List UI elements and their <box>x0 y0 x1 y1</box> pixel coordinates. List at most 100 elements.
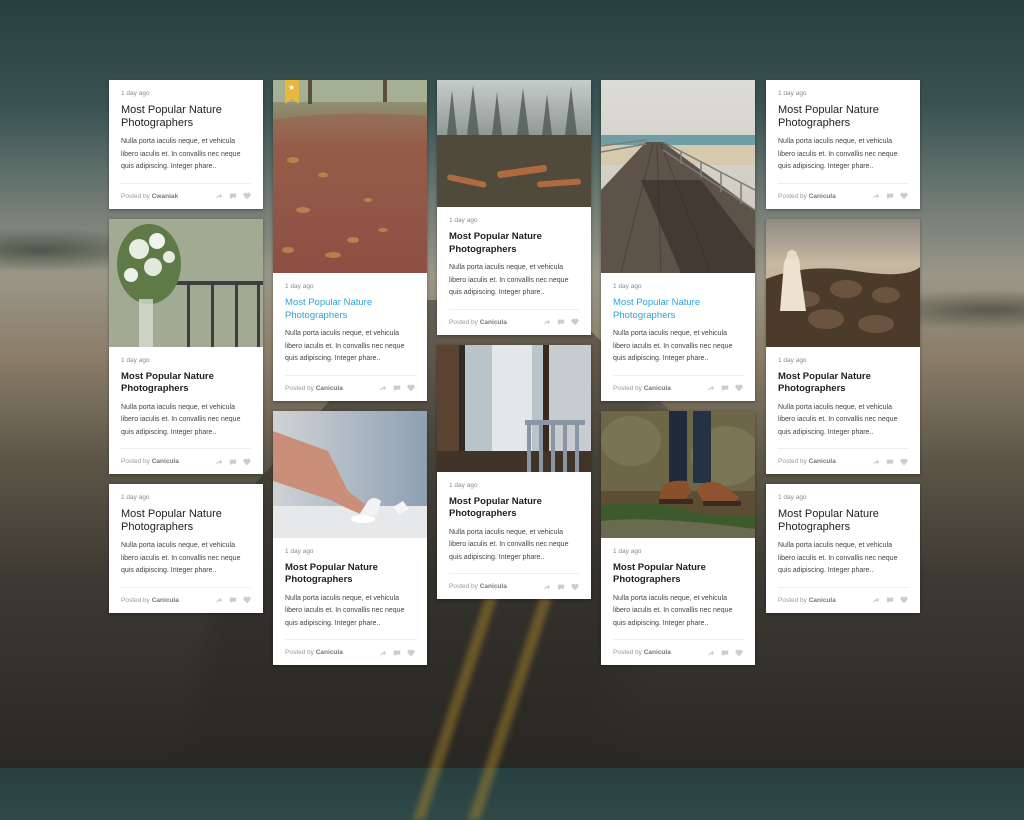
comment-icon[interactable] <box>886 192 894 200</box>
post-time: 1 day ago <box>285 547 314 555</box>
post-author[interactable]: Canicula <box>809 458 836 465</box>
share-icon[interactable] <box>379 649 387 657</box>
comment-icon[interactable] <box>886 596 894 604</box>
post-card[interactable]: 1 day ago Most Popular Nature Photograph… <box>109 484 263 613</box>
post-time: 1 day ago <box>778 90 807 97</box>
heart-icon[interactable] <box>735 649 743 657</box>
heart-icon[interactable] <box>243 458 251 466</box>
comment-icon[interactable] <box>393 649 401 657</box>
post-author-line: Posted by Canicula <box>285 384 343 392</box>
comment-icon[interactable] <box>393 384 401 392</box>
comment-icon[interactable] <box>229 596 237 604</box>
post-time: 1 day ago <box>613 283 642 290</box>
post-author[interactable]: Canicula <box>644 649 671 656</box>
share-icon[interactable] <box>215 192 223 200</box>
post-image[interactable] <box>109 218 263 347</box>
post-image[interactable] <box>273 80 427 273</box>
post-card[interactable]: 1 day ago Most Popular Nature Photograph… <box>766 484 920 613</box>
post-excerpt: Nulla porta iaculis neque, et vehicula l… <box>778 542 898 574</box>
post-title[interactable]: Most Popular Nature Photographers <box>121 104 251 130</box>
post-image[interactable] <box>601 410 755 538</box>
post-card[interactable]: 1 day ago Most Popular Nature Photograph… <box>601 410 755 665</box>
share-icon[interactable] <box>707 649 715 657</box>
post-author[interactable]: Canicula <box>480 583 507 590</box>
post-title[interactable]: Most Popular Nature Photographers <box>449 496 579 521</box>
post-title[interactable]: Most Popular Nature Photographers <box>285 297 415 322</box>
comment-icon[interactable] <box>557 583 565 591</box>
post-card[interactable]: 1 day ago Most Popular Nature Photograph… <box>766 80 920 209</box>
post-excerpt: Nulla porta iaculis neque, et vehicula l… <box>778 403 898 436</box>
comment-icon[interactable] <box>721 384 729 392</box>
column-4: 1 day ago Most Popular Nature Photograph… <box>601 80 755 675</box>
post-card[interactable]: 1 day ago Most Popular Nature Photograph… <box>437 344 591 599</box>
post-card[interactable]: 1 day ago Most Popular Nature Photograph… <box>437 80 591 335</box>
heart-icon[interactable] <box>571 583 579 591</box>
heart-icon[interactable] <box>243 596 251 604</box>
heart-icon[interactable] <box>900 458 908 466</box>
post-title[interactable]: Most Popular Nature Photographers <box>121 371 251 396</box>
post-excerpt: Nulla porta iaculis neque, et vehicula l… <box>449 528 569 561</box>
heart-icon[interactable] <box>407 384 415 392</box>
post-title[interactable]: Most Popular Nature Photographers <box>778 104 908 130</box>
share-icon[interactable] <box>872 596 880 604</box>
post-time: 1 day ago <box>449 217 478 224</box>
post-author[interactable]: Canicula <box>152 597 179 604</box>
heart-icon[interactable] <box>407 649 415 657</box>
post-card[interactable]: 1 day ago Most Popular Nature Photograph… <box>109 80 263 209</box>
share-icon[interactable] <box>707 384 715 392</box>
comment-icon[interactable] <box>886 458 894 466</box>
post-author-line: Posted by Canicula <box>449 318 507 326</box>
post-title[interactable]: Most Popular Nature Photographers <box>449 231 579 256</box>
comment-icon[interactable] <box>557 318 565 326</box>
post-author[interactable]: Canicula <box>316 385 343 392</box>
post-author[interactable]: Canicula <box>644 385 671 392</box>
comment-icon[interactable] <box>721 649 729 657</box>
post-author-line: Posted by Canicula <box>778 458 836 465</box>
share-icon[interactable] <box>215 458 223 466</box>
share-icon[interactable] <box>379 384 387 392</box>
post-card[interactable]: ★ 1 day ago Most Popular Nature Photogra… <box>273 80 427 401</box>
heart-icon[interactable] <box>900 596 908 604</box>
post-excerpt: Nulla porta iaculis neque, et vehicula l… <box>449 264 569 296</box>
post-author-line: Posted by Canicula <box>778 596 836 604</box>
post-image[interactable] <box>766 218 920 347</box>
post-title[interactable]: Most Popular Nature Photographers <box>778 508 908 534</box>
post-title[interactable]: Most Popular Nature Photographers <box>285 562 415 587</box>
post-image[interactable] <box>437 344 591 472</box>
post-title[interactable]: Most Popular Nature Photographers <box>121 508 251 534</box>
post-author-line: Posted by Canicula <box>449 583 507 590</box>
comment-icon[interactable] <box>229 458 237 466</box>
post-card[interactable]: 1 day ago Most Popular Nature Photograph… <box>601 80 755 401</box>
share-icon[interactable] <box>872 458 880 466</box>
post-author[interactable]: Canicula <box>809 597 836 604</box>
share-icon[interactable] <box>872 192 880 200</box>
post-time: 1 day ago <box>778 494 807 501</box>
post-card[interactable]: 1 day ago Most Popular Nature Photograph… <box>766 218 920 474</box>
post-time: 1 day ago <box>121 494 150 501</box>
heart-icon[interactable] <box>900 192 908 200</box>
heart-icon[interactable] <box>243 192 251 200</box>
post-card[interactable]: 1 day ago Most Popular Nature Photograph… <box>273 410 427 665</box>
share-icon[interactable] <box>215 596 223 604</box>
post-image[interactable] <box>273 410 427 538</box>
heart-icon[interactable] <box>571 318 579 326</box>
post-footer: Posted by Canicula <box>285 374 415 401</box>
post-image[interactable] <box>437 80 591 207</box>
heart-icon[interactable] <box>735 384 743 392</box>
post-card[interactable]: 1 day ago Most Popular Nature Photograph… <box>109 218 263 474</box>
post-author[interactable]: Canicula <box>316 649 343 656</box>
post-excerpt: Nulla porta iaculis neque, et vehicula l… <box>285 594 405 627</box>
post-author[interactable]: Canicula <box>152 458 179 465</box>
star-icon: ★ <box>288 83 296 92</box>
share-icon[interactable] <box>543 583 551 591</box>
post-author[interactable]: Cwaniak <box>152 193 178 200</box>
post-title[interactable]: Most Popular Nature Photographers <box>613 297 743 322</box>
share-icon[interactable] <box>543 318 551 326</box>
post-author[interactable]: Canicula <box>480 319 507 326</box>
post-title[interactable]: Most Popular Nature Photographers <box>778 371 908 396</box>
post-author[interactable]: Canicula <box>809 193 836 200</box>
comment-icon[interactable] <box>229 192 237 200</box>
post-time: 1 day ago <box>613 547 642 555</box>
post-title[interactable]: Most Popular Nature Photographers <box>613 562 743 587</box>
post-image[interactable] <box>601 80 755 273</box>
